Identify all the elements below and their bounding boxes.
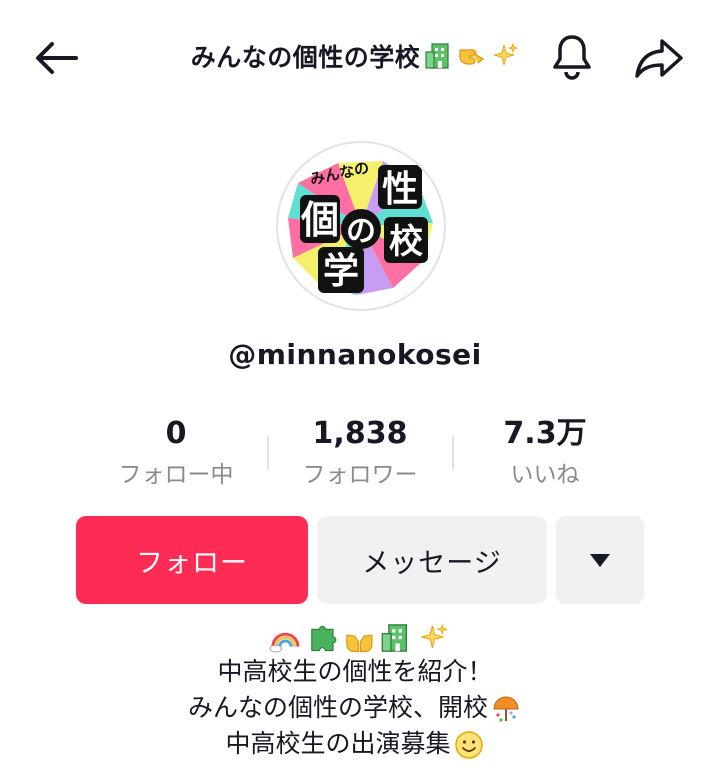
puzzle-icon bbox=[311, 625, 337, 652]
avatar[interactable]: 個 性 の 学 校 みんなの bbox=[276, 141, 446, 311]
stat-likes[interactable]: 7.3万 いいね bbox=[455, 413, 635, 491]
profile-page: みんなの個性の学校 個 性 の 学 校 みんなの @minnanokosei 0… bbox=[0, 0, 710, 773]
school-logo-image: 個 性 の 学 校 みんなの bbox=[288, 158, 433, 295]
following-count: 0 bbox=[165, 416, 187, 451]
followers-count: 1,838 bbox=[312, 416, 408, 451]
logo-char-5: 校 bbox=[389, 222, 423, 262]
logo-char-3: の bbox=[346, 214, 376, 249]
bio-emoji-row bbox=[269, 621, 449, 657]
follow-button[interactable]: フォロー bbox=[76, 516, 308, 604]
stat-divider bbox=[267, 436, 269, 470]
bio-line-1: 中高校生の個性を紹介！ bbox=[0, 654, 710, 690]
notification-bell-button[interactable] bbox=[548, 32, 596, 82]
caret-down-icon bbox=[590, 553, 610, 567]
stat-following[interactable]: 0 フォロー中 bbox=[86, 413, 266, 491]
stat-divider bbox=[452, 436, 454, 470]
bio-line-3-text: 中高校生の出演募集 bbox=[225, 729, 451, 758]
bio-line-2-text: みんなの個性の学校、開校 bbox=[187, 693, 488, 722]
page-title: みんなの個性の学校 bbox=[100, 38, 610, 78]
pointing-hand-icon bbox=[459, 49, 485, 65]
share-button[interactable] bbox=[633, 34, 685, 82]
smiling-face-icon bbox=[454, 731, 483, 759]
bell-icon bbox=[553, 35, 591, 80]
stat-followers[interactable]: 1,838 フォロワー bbox=[270, 413, 450, 491]
bio-line-3: 中高校生の出演募集 bbox=[0, 726, 710, 762]
logo-char-1: 個 bbox=[300, 198, 339, 242]
palms-up-icon bbox=[345, 634, 373, 653]
message-button[interactable]: メッセージ bbox=[317, 516, 547, 604]
school-icon bbox=[425, 43, 449, 69]
rainbow-icon bbox=[269, 632, 300, 653]
share-arrow-icon bbox=[635, 39, 683, 78]
school-icon bbox=[382, 624, 408, 652]
bio-line-2: みんなの個性の学校、開校 bbox=[0, 690, 710, 726]
following-label: フォロー中 bbox=[118, 462, 234, 488]
username: @minnanokosei bbox=[228, 338, 482, 371]
likes-label: いいね bbox=[510, 462, 580, 488]
more-options-button[interactable] bbox=[556, 516, 644, 604]
logo-char-4: 学 bbox=[323, 250, 359, 292]
sparkles-icon bbox=[421, 623, 449, 648]
arrow-left-icon bbox=[36, 42, 78, 74]
followers-label: フォロワー bbox=[302, 462, 418, 488]
likes-count: 7.3万 bbox=[503, 416, 587, 451]
sparkles-icon bbox=[494, 42, 519, 66]
back-button[interactable] bbox=[30, 36, 82, 80]
page-title-text: みんなの個性の学校 bbox=[190, 43, 421, 72]
header-bar: みんなの個性の学校 bbox=[0, 0, 710, 115]
logo-char-2: 性 bbox=[382, 169, 418, 210]
party-popper-icon bbox=[493, 696, 519, 722]
bio-line-1-text: 中高校生の個性を紹介！ bbox=[217, 657, 493, 686]
